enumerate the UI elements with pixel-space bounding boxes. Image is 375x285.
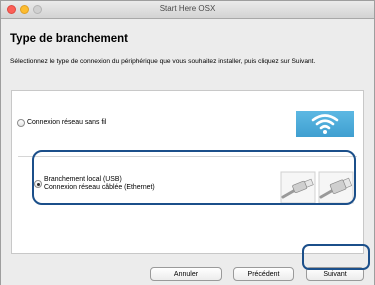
page-heading: Type de branchement [10, 33, 129, 45]
next-button-highlight [302, 244, 370, 270]
window-title: Start Here OSX [159, 4, 216, 13]
previous-button[interactable]: Précédent [233, 267, 294, 281]
selected-option-highlight [32, 150, 356, 205]
title-bar: Start Here OSX [1, 1, 374, 19]
radio-wireless[interactable] [17, 119, 25, 127]
installer-window: Start Here OSX Type de branchement Sélec… [0, 0, 375, 285]
option-wireless-label: Connexion réseau sans fil [27, 119, 107, 126]
option-wireless[interactable]: Connexion réseau sans fil [12, 91, 363, 149]
cancel-button[interactable]: Annuler [150, 267, 222, 281]
instructions-text: Sélectionnez le type de connexion du pér… [10, 58, 316, 65]
wifi-icon [296, 111, 354, 137]
